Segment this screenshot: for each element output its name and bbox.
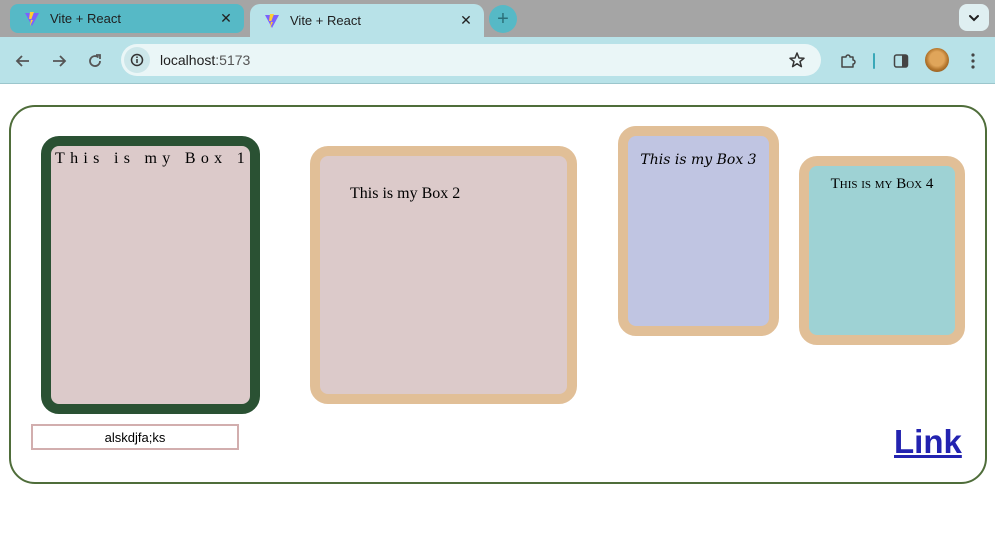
vite-logo-icon — [264, 13, 280, 29]
more-menu-icon — [971, 53, 975, 69]
box-2: This is my Box 2 — [310, 146, 577, 404]
url-text: localhost:5173 — [160, 52, 250, 68]
extensions-puzzle-icon — [841, 54, 856, 68]
box-3: This is my Box 3 — [618, 126, 779, 336]
page-link[interactable]: Link — [894, 423, 962, 461]
toolbar-divider — [873, 53, 875, 69]
profile-avatar[interactable] — [925, 48, 949, 72]
browser-toolbar: localhost:5173 — [0, 37, 995, 84]
browser-tab-2[interactable]: Vite + React ✕ — [250, 4, 484, 37]
close-icon[interactable]: ✕ — [458, 12, 474, 29]
tab-title: Vite + React — [290, 13, 361, 28]
box-4: This is my Box 4 — [799, 156, 965, 345]
back-button[interactable] — [12, 50, 34, 72]
reload-icon — [89, 54, 101, 67]
forward-button[interactable] — [48, 50, 70, 72]
back-arrow-icon — [15, 55, 29, 67]
forward-arrow-icon — [53, 55, 67, 67]
extensions-button[interactable] — [837, 50, 859, 72]
bookmark-star-icon[interactable] — [787, 50, 807, 70]
close-icon[interactable]: ✕ — [218, 10, 234, 27]
address-bar[interactable]: localhost:5173 — [121, 44, 821, 76]
new-tab-button[interactable]: + — [489, 5, 517, 33]
browser-tab-1[interactable]: Vite + React ✕ — [10, 4, 244, 33]
box-2-label: This is my Box 2 — [350, 185, 461, 202]
reload-button[interactable] — [84, 50, 106, 72]
side-panel-icon — [893, 54, 909, 68]
url-host: localhost — [160, 52, 216, 68]
plus-icon: + — [497, 7, 509, 30]
box-1-label: This is my Box 1 — [55, 150, 251, 167]
tab-strip: Vite + React ✕ Vite + React ✕ + — [0, 0, 995, 37]
more-menu-button[interactable] — [962, 50, 984, 72]
box-3-label: This is my Box 3 — [640, 152, 757, 168]
box-1: This is my Box 1 — [41, 136, 260, 414]
side-panel-button[interactable] — [890, 50, 912, 72]
chevron-down-icon — [969, 14, 979, 21]
box-4-label: This is my Box 4 — [830, 176, 934, 192]
tab-title: Vite + React — [50, 11, 121, 26]
site-info-icon[interactable] — [124, 47, 150, 73]
vite-logo-icon — [24, 11, 40, 27]
url-port: :5173 — [215, 52, 251, 68]
text-input[interactable] — [31, 424, 239, 450]
tab-search-button[interactable] — [959, 4, 989, 31]
